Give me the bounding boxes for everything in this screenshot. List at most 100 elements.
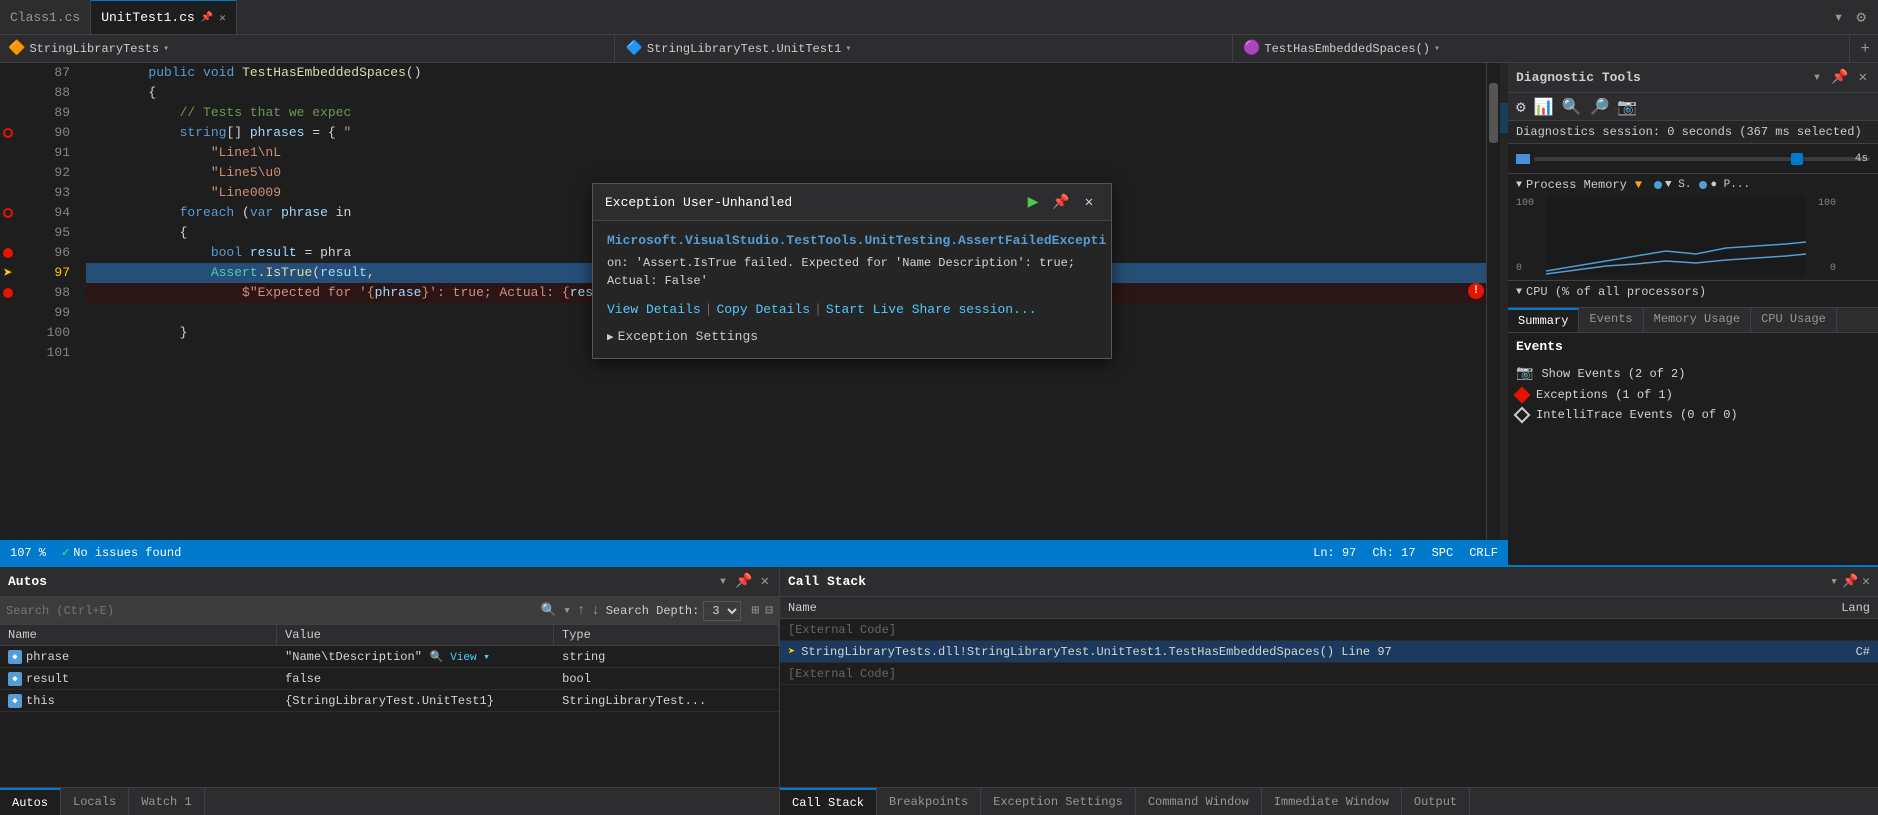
breakpoint-98 [3, 288, 13, 298]
tab-settings-btn[interactable]: ⚙ [1852, 5, 1870, 29]
diag-settings-btn[interactable]: ⚙ [1516, 97, 1526, 117]
depth-select[interactable]: 3 1 2 4 5 [703, 601, 741, 621]
cstab-exception-settings[interactable]: Exception Settings [981, 788, 1136, 815]
margin-line-93 [0, 183, 16, 203]
cstab-command-window[interactable]: Command Window [1136, 788, 1262, 815]
class-dropdown[interactable]: 🔷 StringLibraryTest.UnitTest1 ▾ [617, 35, 1232, 62]
popup-pin-btn[interactable]: 📌 [1051, 192, 1071, 212]
event-intellitrace[interactable]: IntelliTrace Events (0 of 0) [1516, 405, 1870, 425]
namespace-dropdown[interactable]: 🔶 StringLibraryTests ▾ [0, 35, 615, 62]
search-dropdown-btn[interactable]: ▾ [563, 603, 571, 618]
chart-wrapper: 100 0 100 0 [1516, 196, 1870, 276]
timeline-bar[interactable] [1534, 157, 1870, 161]
cs-dropdown-btn[interactable]: ▾ [1830, 574, 1838, 589]
autos-search-bar: 🔍 ▾ ↑ ↓ Search Depth: 3 1 2 4 5 ⊞ ⊟ [0, 597, 779, 625]
cs-row-test[interactable]: ➤ StringLibraryTests.dll!StringLibraryTe… [780, 641, 1878, 663]
add-tab-btn[interactable]: + [1852, 38, 1878, 60]
row-phrase-type: string [554, 650, 779, 664]
method-arrow: ▾ [1434, 43, 1440, 55]
view-btn-phrase[interactable]: 🔍 View ▾ [430, 650, 490, 664]
event-intellitrace-label: IntelliTrace Events (0 of 0) [1536, 408, 1738, 422]
event-show-all[interactable]: 📷 Show Events (2 of 2) [1516, 362, 1870, 385]
cstab-immediate-window[interactable]: Immediate Window [1262, 788, 1402, 815]
zoom-control[interactable]: 107 % [10, 546, 46, 560]
process-memory-section: ▼ Process Memory ▼ ▼ S. ● P... [1508, 174, 1878, 281]
chart-min-left: 0 [1516, 263, 1546, 274]
autos-scrollbar-h[interactable] [0, 773, 779, 787]
diag-pin-btn[interactable]: 📌 [1828, 68, 1851, 87]
timeline-thumb[interactable] [1791, 153, 1803, 165]
cs-name-external-1: [External Code] [788, 623, 1810, 637]
autos-collapse-btn[interactable]: ⊟ [765, 603, 773, 618]
cs-name-external-2: [External Code] [788, 667, 1810, 681]
event-exceptions[interactable]: Exceptions (1 of 1) [1516, 385, 1870, 405]
breakpoint-96 [3, 248, 13, 258]
tab-close-btn[interactable]: ✕ [219, 11, 226, 25]
vertical-scrollbar[interactable] [1486, 63, 1500, 540]
search-down-btn[interactable]: ↓ [591, 603, 599, 619]
popup-run-btn[interactable]: ▶ [1023, 192, 1043, 212]
exception-settings-link[interactable]: ▶ Exception Settings [607, 327, 1097, 346]
popup-header: Exception User-Unhandled ▶ 📌 ✕ [593, 184, 1111, 221]
cs-pin-btn[interactable]: 📌 [1842, 574, 1858, 589]
dtab-memory-usage[interactable]: Memory Usage [1644, 308, 1751, 332]
tab-unittest1[interactable]: UnitTest1.cs 📌 ✕ [91, 0, 237, 34]
tab-class1[interactable]: Class1.cs [0, 0, 91, 34]
diag-snapshot-btn[interactable]: 📷 [1617, 97, 1637, 117]
view-details-link[interactable]: View Details [607, 302, 701, 317]
autos-close-btn[interactable]: ✕ [759, 571, 771, 592]
fold-91 [16, 143, 32, 163]
minimap-selection [1500, 103, 1508, 133]
ptab-autos[interactable]: Autos [0, 788, 61, 815]
diag-dropdown-btn[interactable]: ▾ [1810, 68, 1824, 87]
copy-details-link[interactable]: Copy Details [716, 302, 810, 317]
cstab-output[interactable]: Output [1402, 788, 1470, 815]
margin-line-90 [0, 123, 16, 143]
row-this[interactable]: ◆ this {StringLibraryTest.UnitTest1} Str… [0, 690, 779, 712]
autos-expand-btn[interactable]: ⊞ [751, 603, 759, 618]
ln-90: 90 [32, 123, 74, 143]
cs-lang-test: C# [1810, 645, 1870, 659]
diag-timeline[interactable]: 4s [1508, 144, 1878, 174]
row-phrase[interactable]: ◆ phrase "Name\tDescription" 🔍 View ▾ st… [0, 646, 779, 668]
cpu-header[interactable]: ▼ CPU (% of all processors) [1516, 285, 1870, 299]
method-dropdown[interactable]: 🟣 TestHasEmbeddedSpaces() ▾ [1235, 35, 1850, 62]
diagnostic-tools-panel: Diagnostic Tools ▾ 📌 ✕ ⚙ 📊 🔍 🔎 📷 Diagnos… [1508, 63, 1878, 565]
cstab-breakpoints[interactable]: Breakpoints [877, 788, 981, 815]
fold-gutter [16, 63, 32, 540]
ln-88: 88 [32, 83, 74, 103]
ptab-watch1[interactable]: Watch 1 [129, 788, 204, 815]
autos-search-input[interactable] [6, 604, 535, 618]
diag-zoom-in-btn[interactable]: 🔍 [1562, 97, 1582, 117]
dtab-summary[interactable]: Summary [1508, 308, 1579, 332]
var-icon-phrase: ◆ [8, 650, 22, 664]
autos-dropdown-btn[interactable]: ▾ [717, 571, 729, 592]
cs-row-external-2[interactable]: [External Code] [780, 663, 1878, 685]
dtab-events[interactable]: Events [1579, 308, 1643, 332]
popup-close-btn[interactable]: ✕ [1079, 192, 1099, 212]
autos-pin-btn[interactable]: 📌 [733, 571, 754, 592]
diag-cpu-btn[interactable]: 📊 [1534, 97, 1554, 117]
ptab-locals[interactable]: Locals [61, 788, 129, 815]
callstack-panel: Call Stack ▾ 📌 ✕ Name Lang [External Cod… [780, 567, 1878, 815]
var-icon-this: ◆ [8, 694, 22, 708]
tab-dropdown-btn[interactable]: ▾ [1830, 5, 1848, 29]
row-result[interactable]: ◆ result false bool [0, 668, 779, 690]
settings-label: Exception Settings [618, 329, 758, 344]
cpu-section: ▼ CPU (% of all processors) [1508, 281, 1878, 308]
cstab-callstack[interactable]: Call Stack [780, 788, 877, 815]
scroll-thumb[interactable] [1489, 83, 1498, 143]
diag-close-btn[interactable]: ✕ [1856, 68, 1870, 87]
search-up-btn[interactable]: ↑ [577, 603, 585, 619]
cs-row-external-1[interactable]: [External Code] [780, 619, 1878, 641]
live-share-link[interactable]: Start Live Share session... [826, 302, 1037, 317]
code-lines[interactable]: public void TestHasEmbeddedSpaces() { //… [82, 63, 1486, 540]
fold-90 [16, 123, 32, 143]
dtab-cpu-usage[interactable]: CPU Usage [1751, 308, 1837, 332]
process-mem-header[interactable]: ▼ Process Memory ▼ ▼ S. ● P... [1516, 178, 1870, 192]
cs-close-btn[interactable]: ✕ [1862, 574, 1870, 589]
margin-line-98 [0, 283, 16, 303]
legend: ▼ S. ● P... [1654, 179, 1750, 191]
diag-zoom-out-btn[interactable]: 🔎 [1589, 97, 1609, 117]
row-result-value: false [277, 672, 554, 686]
